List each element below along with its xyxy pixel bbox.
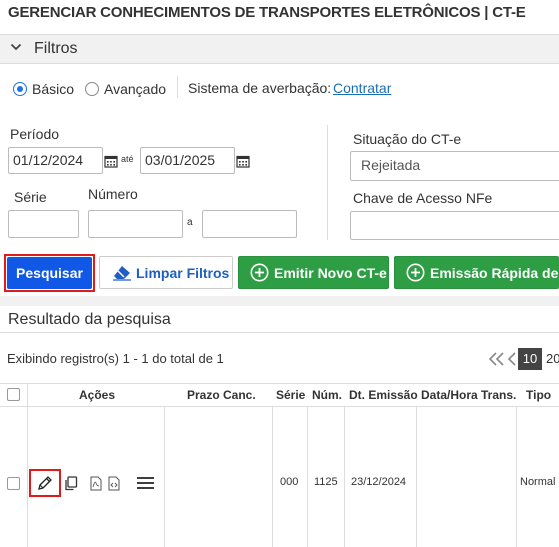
column-separator <box>164 406 165 547</box>
limpar-filtros-button[interactable]: Limpar Filtros <box>99 256 233 289</box>
numero-from-input[interactable] <box>88 210 183 238</box>
numero-label: Número <box>88 186 138 202</box>
filters-header[interactable] <box>0 34 559 64</box>
cell-serie: 000 <box>280 476 299 488</box>
results-summary: Exibindo registro(s) 1 - 1 do total de 1 <box>7 351 224 366</box>
serie-input[interactable] <box>8 210 79 238</box>
row-checkbox[interactable] <box>7 477 20 490</box>
column-separator <box>307 406 308 547</box>
results-title-divider <box>0 332 559 333</box>
filters-label: Filtros <box>34 40 78 57</box>
emitir-novo-cte-label: Emitir Novo CT-e <box>274 264 387 281</box>
column-separator <box>516 406 517 547</box>
basic-mode-radio[interactable] <box>13 82 27 96</box>
date-from-input[interactable]: 01/12/2024 <box>8 147 103 174</box>
copy-icon[interactable] <box>64 476 78 491</box>
filters-column-divider <box>327 125 328 240</box>
numero-to-input[interactable] <box>202 210 297 238</box>
column-separator <box>272 406 273 547</box>
calendar-icon[interactable] <box>236 154 250 168</box>
page-size-20[interactable]: 20 <box>546 351 559 366</box>
advanced-mode-radio[interactable] <box>85 82 99 96</box>
serie-label: Série <box>14 189 47 205</box>
date-to-input[interactable]: 03/01/2025 <box>140 147 235 174</box>
eraser-icon <box>113 265 131 281</box>
situacao-select[interactable]: Rejeitada <box>350 151 559 181</box>
column-separator <box>416 406 417 547</box>
first-page-icon[interactable] <box>488 351 506 367</box>
chevron-down-icon[interactable] <box>10 41 22 53</box>
page-title: GERENCIAR CONHECIMENTOS DE TRANSPORTES E… <box>8 4 526 21</box>
cell-emissao: 23/12/2024 <box>351 476 407 488</box>
edit-pencil-icon[interactable] <box>37 475 53 491</box>
table-header-border <box>0 406 559 407</box>
divider <box>177 76 178 98</box>
pdf-file-icon[interactable] <box>90 476 102 491</box>
column-header-transmissao[interactable]: Data/Hora Trans. <box>421 388 516 402</box>
emissao-rapida-label: Emissão Rápida de C <box>430 264 559 281</box>
column-header-acoes: Ações <box>79 388 116 402</box>
cell-tipo: Normal <box>520 476 556 488</box>
column-header-tipo[interactable]: Tipo <box>526 388 551 402</box>
pesquisar-button[interactable]: Pesquisar <box>7 257 92 289</box>
results-title: Resultado da pesquisa <box>8 311 171 328</box>
calendar-icon[interactable] <box>104 154 118 168</box>
column-header-prazo[interactable]: Prazo Canc. <box>187 388 256 402</box>
emitir-novo-cte-button[interactable]: Emitir Novo CT-e <box>238 256 389 289</box>
numero-range-separator: a <box>187 217 193 228</box>
advanced-mode-label[interactable]: Avançado <box>104 81 166 97</box>
chave-acesso-input[interactable] <box>350 211 559 240</box>
xml-file-icon[interactable] <box>108 476 120 491</box>
column-header-numero[interactable]: Núm. <box>312 388 342 402</box>
situacao-label: Situação do CT-e <box>353 131 462 147</box>
section-divider <box>0 296 559 306</box>
page-size-10[interactable]: 10 <box>518 348 542 370</box>
column-separator <box>27 383 28 547</box>
plus-circle-icon <box>406 263 425 282</box>
column-header-emissao[interactable]: Dt. Emissão <box>349 388 418 402</box>
plus-circle-icon <box>250 263 269 282</box>
contratar-link[interactable]: Contratar <box>333 80 391 96</box>
column-separator <box>344 406 345 547</box>
periodo-label: Período <box>10 126 60 142</box>
previous-page-icon[interactable] <box>507 351 517 367</box>
select-all-checkbox[interactable] <box>7 388 20 401</box>
basic-mode-label[interactable]: Básico <box>32 81 74 97</box>
averbacao-label: Sistema de averbação: <box>188 80 332 96</box>
limpar-filtros-label: Limpar Filtros <box>136 264 230 281</box>
column-header-serie[interactable]: Série <box>276 388 305 402</box>
emissao-rapida-button[interactable]: Emissão Rápida de C <box>394 256 559 289</box>
date-range-separator: até <box>121 154 134 164</box>
table-top-border <box>0 383 559 384</box>
cell-numero: 1125 <box>314 476 338 488</box>
menu-icon[interactable] <box>137 476 154 490</box>
chave-acesso-label: Chave de Acesso NFe <box>353 190 493 206</box>
